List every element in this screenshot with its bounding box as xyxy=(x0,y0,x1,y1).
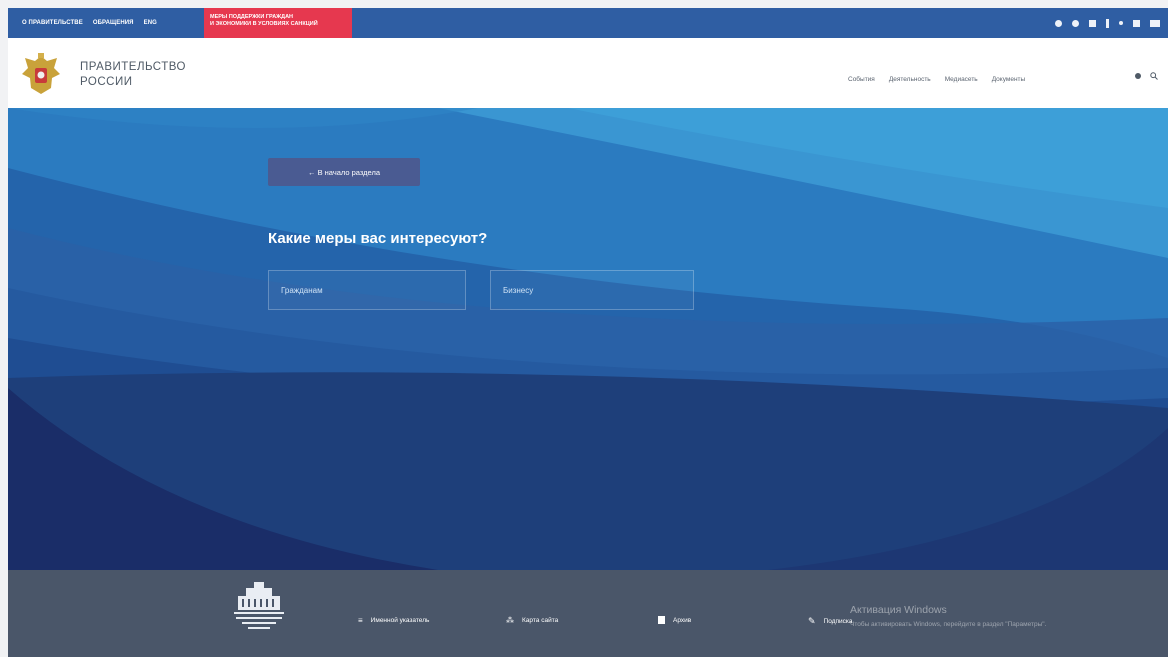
footer-subscription-label: Подписка xyxy=(823,618,853,625)
browser-viewport: О ПРАВИТЕЛЬСТВЕ ОБРАЩЕНИЯ ENG МЕРЫ ПОДДЕ… xyxy=(8,8,1168,657)
coat-of-arms-icon[interactable] xyxy=(20,52,62,98)
search-icon[interactable] xyxy=(1150,72,1158,80)
wave-background xyxy=(8,108,1168,570)
footer-archive[interactable]: Архив xyxy=(658,616,691,624)
subscription-icon: ✎ xyxy=(808,616,816,626)
sanctions-support-banner[interactable]: МЕРЫ ПОДДЕРЖКИ ГРАЖДАН И ЭКОНОМИКИ В УСЛ… xyxy=(204,8,352,38)
activation-hint: Чтобы активировать Windows, перейдите в … xyxy=(850,621,1047,628)
brand-line-2: РОССИИ xyxy=(80,76,133,88)
top-bar: О ПРАВИТЕЛЬСТВЕ ОБРАЩЕНИЯ ENG МЕРЫ ПОДДЕ… xyxy=(8,8,1168,38)
telegram-icon[interactable] xyxy=(1089,19,1096,27)
brand-line-1: ПРАВИТЕЛЬСТВО xyxy=(80,61,186,73)
footer-name-index-label: Именной указатель xyxy=(370,617,430,624)
back-to-section-button[interactable]: ← В начало раздела xyxy=(268,158,420,186)
citizens-option[interactable]: Гражданам xyxy=(268,270,466,310)
business-option[interactable]: Бизнесу xyxy=(490,270,694,310)
ok-icon[interactable] xyxy=(1072,19,1079,27)
footer-sitemap[interactable]: ⁂ Карта сайта xyxy=(506,616,558,625)
sitemap-icon: ⁂ xyxy=(506,616,514,625)
youtube-icon[interactable] xyxy=(1119,21,1123,25)
site-footer: ≡ Именной указатель ⁂ Карта сайта Архив … xyxy=(8,570,1168,657)
rss-icon[interactable] xyxy=(1106,18,1109,28)
page-heading: Какие меры вас интересуют? xyxy=(268,230,488,247)
footer-subscription[interactable]: ✎ Подписка xyxy=(808,616,853,627)
theme-toggle-icon[interactable] xyxy=(1134,72,1142,80)
accessibility-icon[interactable] xyxy=(1133,19,1140,27)
footer-sitemap-label: Карта сайта xyxy=(522,617,559,624)
government-building-logo-icon[interactable] xyxy=(230,582,288,634)
topbar-link-appeals[interactable]: ОБРАЩЕНИЯ xyxy=(93,20,134,26)
promo-line-2: И ЭКОНОМИКИ В УСЛОВИЯХ САНКЦИЙ xyxy=(210,21,318,27)
topbar-link-eng[interactable]: ENG xyxy=(144,20,157,26)
activation-title: Активация Windows xyxy=(850,604,947,616)
vk-icon[interactable] xyxy=(1055,19,1062,27)
nav-media[interactable]: Медиасеть xyxy=(945,76,978,83)
site-brand[interactable]: ПРАВИТЕЛЬСТВО РОССИИ xyxy=(80,60,186,90)
social-links xyxy=(1055,8,1160,38)
user-icon[interactable] xyxy=(1150,19,1160,27)
nav-documents[interactable]: Документы xyxy=(992,76,1026,83)
name-index-icon: ≡ xyxy=(358,616,363,625)
windows-activation-watermark: Активация Windows Чтобы активировать Win… xyxy=(850,604,1046,628)
footer-name-index[interactable]: ≡ Именной указатель xyxy=(358,616,429,625)
topbar-link-about[interactable]: О ПРАВИТЕЛЬСТВЕ xyxy=(22,20,83,26)
nav-activity[interactable]: Деятельность xyxy=(889,76,931,83)
nav-events[interactable]: События xyxy=(848,76,875,83)
promo-line-1: МЕРЫ ПОДДЕРЖКИ ГРАЖДАН xyxy=(210,14,294,20)
site-header: ПРАВИТЕЛЬСТВО РОССИИ События Деятельност… xyxy=(8,38,1168,108)
hero-section: ← В начало раздела Какие меры вас интере… xyxy=(8,108,1168,570)
main-nav: События Деятельность Медиасеть Документы xyxy=(848,76,1025,83)
footer-archive-label: Архив xyxy=(673,616,692,624)
archive-icon xyxy=(658,616,665,624)
